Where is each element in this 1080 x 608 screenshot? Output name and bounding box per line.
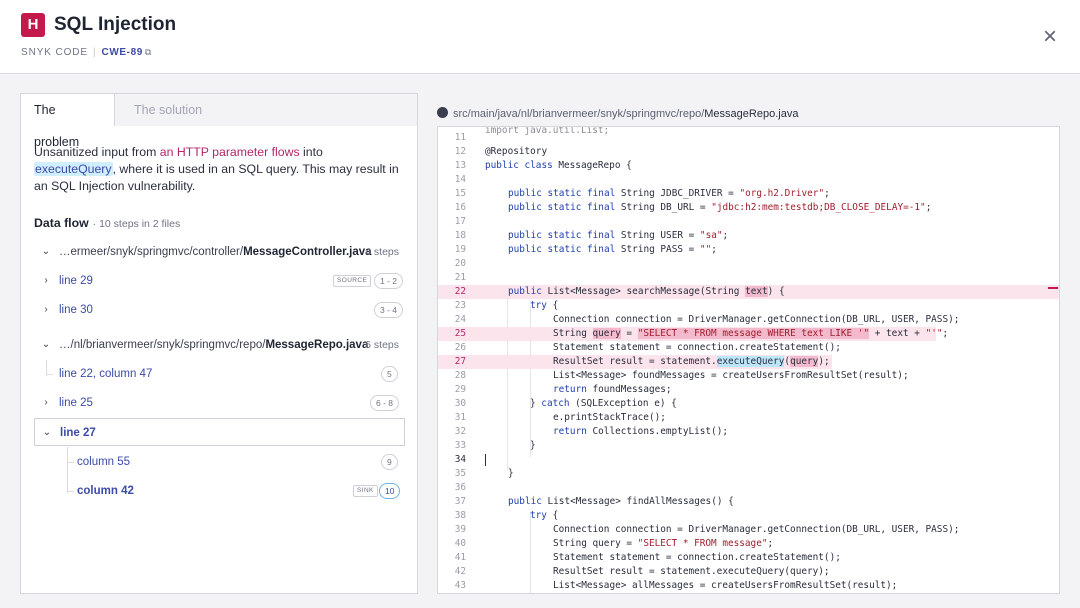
tab-bar: The problem The solution [21, 94, 417, 149]
code-line: 12 @Repository [454, 146, 548, 157]
code-line: 17 [454, 216, 466, 227]
code-line: 42 ResultSet result = statement.executeQu… [454, 566, 830, 577]
file-path-label: …/nl/brianvermeer/snyk/springmvc/repo/Me… [59, 339, 369, 351]
step-range-pill: 5 [381, 366, 398, 382]
tab-the-solution[interactable]: The solution [121, 94, 215, 126]
step-range-pill: 1 - 2 [374, 273, 404, 289]
text-cursor [485, 454, 486, 466]
dataflow-step-row[interactable]: › line 25 6 - 8 [21, 389, 417, 417]
product-label: SNYK CODE [21, 47, 89, 58]
code-line-highlighted: 27 ResultSet result = statement.executeQu… [438, 355, 832, 369]
dataflow-step-row[interactable]: column 42 SINK 10 [21, 477, 417, 505]
source-tag: SOURCE [333, 275, 372, 287]
cwe-link[interactable]: CWE-89 [102, 47, 143, 58]
code-line: 23 try { [454, 300, 559, 311]
code-line: 14 [454, 174, 466, 185]
dataflow-step-row[interactable]: › line 30 3 - 4 [21, 296, 417, 324]
code-line: 19 public static final String PASS = ""; [454, 244, 717, 255]
code-line: 43 List<Message> allMessages = createUser… [454, 580, 898, 591]
file-name: MessageRepo.java [704, 108, 799, 120]
chevron-right-icon: › [44, 275, 48, 286]
code-line-highlighted: 22 public List<Message> searchMessage(Str… [438, 285, 1059, 299]
step-location-label: line 29 [59, 275, 93, 287]
code-line: 29 return foundMessages; [454, 384, 672, 395]
code-line: 13 public class MessageRepo { [454, 160, 632, 171]
file-path-label: …ermeer/snyk/springmvc/controller/Messag… [59, 246, 372, 258]
dataflow-step-row[interactable]: line 22, column 47 5 [21, 360, 417, 388]
dataflow-file-row[interactable]: ⌄ …ermeer/snyk/springmvc/controller/Mess… [21, 238, 417, 266]
external-link-icon[interactable]: ⧉ [145, 47, 152, 57]
step-location-label: column 42 [77, 485, 134, 497]
chevron-down-icon: ⌄ [41, 246, 51, 257]
scrollbar-issue-marker[interactable] [1048, 287, 1058, 289]
code-line: 35} [454, 468, 514, 479]
file-path-bar: src/main/java/nl/brianvermeer/snyk/sprin… [437, 107, 798, 120]
code-line: 21 [454, 272, 466, 283]
dataflow-step-row[interactable]: column 55 9 [21, 448, 417, 476]
file-step-count: 6 steps [365, 339, 399, 351]
code-line: 39 Connection connection = DriverManager.… [454, 524, 960, 535]
step-location-label: line 30 [59, 304, 93, 316]
file-step-count: 4 steps [365, 246, 399, 258]
severity-high-badge: H [21, 13, 45, 37]
code-line: 15 public static final String JDBC_DRIVER… [454, 188, 830, 199]
problem-panel: The problem The solution Unsanitized inp… [20, 93, 418, 594]
chevron-down-icon: ⌄ [42, 427, 52, 438]
code-line: 11 import java.util.List; [454, 126, 610, 143]
chevron-down-icon: ⌄ [41, 339, 51, 350]
code-line: 24 Connection connection = DriverManager.… [454, 314, 960, 325]
problem-text: into [299, 145, 323, 159]
problem-description: Unsanitized input from an HTTP parameter… [34, 144, 406, 195]
close-icon[interactable]: × [1038, 25, 1062, 50]
issue-title: SQL Injection [54, 14, 177, 35]
dataflow-step-row-selected[interactable]: ⌄ line 27 [34, 418, 405, 446]
step-range-pill: 6 - 8 [370, 395, 400, 411]
sink-highlight-link[interactable]: executeQuery [34, 162, 113, 176]
code-line: 16 public static final String DB_URL = "j… [454, 202, 932, 213]
step-range-pill: 10 [379, 483, 401, 499]
code-line: 41 Statement statement = connection.creat… [454, 552, 841, 563]
problem-text: Unsanitized input from [34, 145, 160, 159]
dataflow-file-row[interactable]: ⌄ …/nl/brianvermeer/snyk/springmvc/repo/… [21, 331, 417, 359]
code-line: 33} [454, 440, 536, 451]
data-flow-summary: · 10 steps in 2 files [92, 218, 181, 230]
sink-tag: SINK [353, 485, 378, 497]
chevron-right-icon: › [44, 397, 48, 408]
chevron-right-icon: › [44, 304, 48, 315]
source-highlight-link[interactable]: an HTTP parameter flows [160, 145, 300, 159]
dataflow-step-row[interactable]: › line 29 SOURCE 1 - 2 [21, 267, 417, 295]
issue-header: H SQL Injection SNYK CODE | CWE-89 ⧉ × [0, 0, 1080, 74]
step-location-label: column 55 [77, 456, 131, 468]
file-dir: src/main/java/nl/brianvermeer/snyk/sprin… [453, 108, 705, 120]
step-location-label: line 22, column 47 [59, 368, 153, 380]
github-icon [437, 107, 448, 118]
code-line-current[interactable]: 34 [438, 453, 1059, 467]
step-location-label: line 27 [60, 427, 96, 439]
code-line: 30} catch (SQLException e) { [454, 398, 677, 409]
step-location-label: line 25 [59, 397, 93, 409]
code-line: 36 [454, 482, 466, 493]
code-line: 37 public List<Message> findAllMessages()… [454, 496, 734, 507]
code-line: 32 return Collections.emptyList(); [454, 426, 728, 437]
issue-meta: SNYK CODE | CWE-89 ⧉ [21, 47, 152, 58]
code-viewer: 11 import java.util.List; 12 @Repository 1… [437, 126, 1060, 594]
step-range-pill: 9 [381, 454, 398, 470]
code-line: 28 List<Message> foundMessages = createUs… [454, 370, 909, 381]
code-line: 38 try { [454, 510, 559, 521]
meta-separator: | [93, 47, 97, 58]
code-line: 18 public static final String USER = "sa"… [454, 230, 729, 241]
tab-the-problem[interactable]: The problem [21, 94, 115, 149]
code-line: 31 e.printStackTrace(); [454, 412, 666, 423]
step-range-pill: 3 - 4 [374, 302, 404, 318]
code-line: 20 [454, 258, 466, 269]
code-line: 26 Statement statement = connection.creat… [454, 342, 841, 353]
code-line-highlighted: 25 String query = "SELECT * FROM message … [438, 327, 948, 341]
data-flow-title: Data flow · 10 steps in 2 files [34, 216, 181, 230]
code-line: 40 String query = "SELECT * FROM message"… [454, 538, 774, 549]
